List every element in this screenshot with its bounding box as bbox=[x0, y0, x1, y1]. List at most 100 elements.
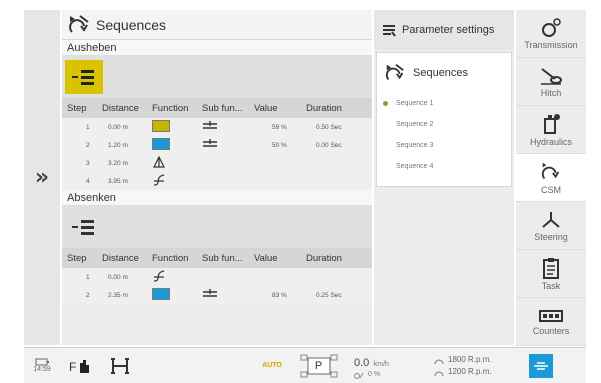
menu-label: Hitch bbox=[540, 87, 562, 98]
battery-icon bbox=[35, 358, 49, 366]
table-row[interactable]: 4 3.95 m bbox=[62, 172, 372, 190]
menu-item-transmission[interactable]: Transmission bbox=[516, 10, 586, 58]
function-cell[interactable] bbox=[152, 138, 202, 152]
distance-value: 1.20 m bbox=[108, 141, 128, 149]
function-cell[interactable] bbox=[152, 120, 202, 134]
col-function: Function bbox=[152, 252, 189, 264]
right-menu: Transmission Hitch Hydraulics CSM Steeri… bbox=[516, 10, 586, 346]
screen: » Sequences Ausheben Step Distance Funct… bbox=[0, 0, 601, 383]
panel-header: Sequences bbox=[62, 10, 372, 40]
lower-table-header: Step Distance Function Sub fun... Value … bbox=[62, 248, 372, 268]
lower-mode-button[interactable] bbox=[65, 210, 103, 244]
hitch-control-button[interactable] bbox=[526, 348, 556, 383]
lower-section-label: Absenken bbox=[62, 190, 372, 206]
selected-dot-icon bbox=[383, 101, 388, 106]
col-step: Step bbox=[67, 252, 87, 264]
distance-value: 2.35 m bbox=[108, 291, 128, 299]
sequence-label: Sequence 2 bbox=[396, 121, 434, 128]
table-row[interactable]: 1 0.00 m 59 % 0.50 Sec bbox=[62, 118, 372, 136]
expand-panel-button[interactable]: » bbox=[24, 10, 60, 345]
hand-throttle-indicator[interactable]: F bbox=[60, 348, 100, 383]
raise-lower-icon bbox=[72, 220, 94, 235]
list-item[interactable]: Sequence 2 bbox=[377, 114, 511, 135]
table-row[interactable]: 3 3.20 m bbox=[62, 154, 372, 172]
raise-lower-icon bbox=[72, 70, 94, 85]
speed-unit: km/h bbox=[373, 360, 389, 368]
step-number: 2 bbox=[86, 141, 90, 149]
col-step: Step bbox=[67, 102, 87, 114]
engine-rpm-readout: 1800 R.p.m. 1200 R.p.m. bbox=[434, 348, 526, 383]
gear-letter: P bbox=[314, 359, 323, 372]
sequence-label: Sequence 4 bbox=[396, 163, 434, 170]
sequence-list-title: Sequences bbox=[413, 67, 469, 79]
col-distance: Distance bbox=[102, 102, 139, 114]
step-number: 1 bbox=[86, 123, 90, 131]
list-item[interactable]: Sequence 3 bbox=[377, 135, 511, 156]
sub-function-cell[interactable] bbox=[202, 139, 254, 151]
value-cell: 59 % bbox=[272, 123, 287, 131]
sub-function-cell[interactable] bbox=[202, 289, 254, 301]
menu-item-task[interactable]: Task bbox=[516, 250, 586, 298]
step-number: 4 bbox=[86, 177, 90, 185]
hitch-icon bbox=[541, 67, 562, 85]
page-title: Sequences bbox=[96, 16, 167, 33]
function-cell[interactable] bbox=[152, 155, 202, 171]
axle-indicator[interactable] bbox=[100, 348, 140, 383]
hitch-control-icon bbox=[529, 353, 553, 378]
slip-value: 0 % bbox=[368, 371, 381, 378]
rpm-value-1: 1800 R.p.m. bbox=[448, 354, 492, 364]
list-item[interactable]: Sequence 1 bbox=[377, 93, 511, 114]
menu-item-counters[interactable]: Counters bbox=[516, 298, 586, 346]
value-cell: 50 % bbox=[272, 141, 287, 149]
raise-mode-row bbox=[62, 56, 372, 98]
table-row[interactable]: 1 0.00 m bbox=[62, 268, 372, 286]
auto-label: AUTO bbox=[262, 362, 282, 369]
raise-mode-button[interactable] bbox=[65, 60, 103, 94]
menu-item-csm[interactable]: CSM bbox=[516, 154, 586, 202]
implement-blue-icon bbox=[152, 138, 170, 150]
menu-label: Steering bbox=[534, 231, 568, 242]
slip-icon bbox=[354, 372, 364, 379]
table-row[interactable]: 2 1.20 m 50 % 0.00 Sec bbox=[62, 136, 372, 154]
value-cell: 83 % bbox=[272, 291, 287, 299]
pto-rpm-icon bbox=[434, 371, 444, 376]
menu-item-steering[interactable]: Steering bbox=[516, 202, 586, 250]
implement-blue-icon bbox=[152, 288, 170, 300]
task-icon bbox=[543, 257, 559, 279]
lift-up-icon bbox=[203, 139, 217, 147]
curve-icon bbox=[153, 174, 165, 186]
list-item[interactable]: Sequence 4 bbox=[377, 156, 511, 177]
distance-value: 3.95 m bbox=[108, 177, 128, 185]
lift-up-icon bbox=[203, 121, 217, 129]
status-bar: 14:59 F AUTO P 0.0 km/h 0 % 1800 R.p.m. … bbox=[24, 347, 586, 383]
clock: 14:59 bbox=[24, 348, 60, 383]
sequence-icon bbox=[385, 63, 404, 81]
axle-icon bbox=[111, 357, 129, 374]
steering-icon bbox=[542, 211, 560, 228]
menu-label: Hydraulics bbox=[529, 136, 572, 147]
col-sub-function: Sub fun... bbox=[202, 252, 243, 264]
curve-icon bbox=[153, 270, 165, 282]
sub-function-cell[interactable] bbox=[202, 121, 254, 133]
col-sub-function: Sub fun... bbox=[202, 102, 243, 114]
auto-mode-indicator[interactable]: AUTO bbox=[250, 348, 294, 383]
parameter-settings-title: Parameter settings bbox=[402, 24, 495, 36]
counters-icon bbox=[539, 309, 563, 322]
col-distance: Distance bbox=[102, 252, 139, 264]
gear-indicator[interactable]: P bbox=[294, 348, 344, 383]
function-cell[interactable] bbox=[152, 173, 202, 189]
menu-item-hitch[interactable]: Hitch bbox=[516, 58, 586, 106]
function-cell[interactable] bbox=[152, 269, 202, 285]
settings-list-icon bbox=[383, 25, 396, 37]
hydraulics-icon bbox=[544, 113, 560, 134]
sequence-label: Sequence 1 bbox=[396, 100, 434, 107]
col-value: Value bbox=[254, 252, 278, 264]
raise-table-header: Step Distance Function Sub fun... Value … bbox=[62, 98, 372, 118]
table-row[interactable]: 2 2.35 m 83 % 0.25 Sec bbox=[62, 286, 372, 304]
menu-label: Task bbox=[541, 280, 561, 291]
function-cell[interactable] bbox=[152, 288, 202, 302]
menu-item-hydraulics[interactable]: Hydraulics bbox=[516, 106, 586, 154]
distance-value: 0.00 m bbox=[108, 123, 128, 131]
parameter-settings-header[interactable]: Parameter settings bbox=[374, 10, 514, 50]
raise-section-label: Ausheben bbox=[62, 40, 372, 56]
